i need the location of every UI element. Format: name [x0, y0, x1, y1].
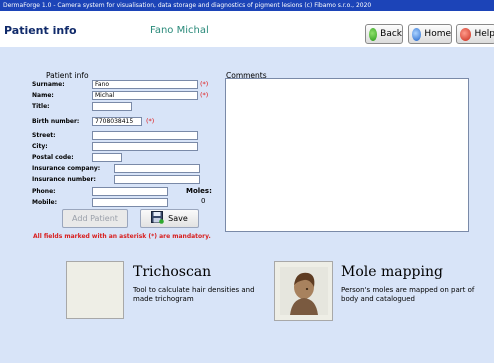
trichoscan-title: Trichoscan — [133, 264, 212, 280]
street-field[interactable] — [92, 131, 198, 140]
mole-mapping-title: Mole mapping — [341, 264, 443, 280]
birth-number-required-mark: (*) — [146, 117, 155, 125]
mole-mapping-tile-button[interactable] — [274, 261, 333, 321]
add-patient-button[interactable]: Add Patient — [62, 209, 128, 228]
save-button[interactable]: Save — [140, 209, 199, 228]
postal-code-field[interactable] — [92, 153, 122, 162]
page-title: Patient info — [4, 24, 77, 37]
help-button-label: Help — [474, 29, 494, 39]
patient-photo-icon — [280, 267, 328, 319]
mandatory-fields-note: All fields marked with an asterisk (*) a… — [33, 233, 211, 240]
postal-code-label: Postal code: — [32, 154, 74, 161]
save-button-label: Save — [168, 214, 188, 223]
city-label: City: — [32, 143, 48, 150]
home-icon — [412, 27, 422, 41]
phone-field[interactable] — [92, 187, 168, 196]
insurance-number-label: Insurance number: — [32, 176, 96, 183]
surname-required-mark: (*) — [200, 80, 209, 88]
name-required-mark: (*) — [200, 91, 209, 99]
name-label: Name: — [32, 92, 54, 99]
comments-textarea[interactable] — [225, 78, 469, 232]
window-title-bar: DermaForge 1.0 - Camera system for visua… — [0, 0, 494, 11]
insurance-number-field[interactable] — [114, 175, 200, 184]
mobile-field[interactable] — [92, 198, 168, 207]
moles-count: 0 — [201, 197, 206, 205]
mobile-label: Mobile: — [32, 199, 57, 206]
birth-number-label: Birth number: — [32, 118, 80, 125]
mole-mapping-description: Person's moles are mapped on part of bod… — [341, 286, 475, 303]
moles-label: Moles: — [186, 187, 212, 195]
back-button[interactable]: Back — [365, 24, 403, 44]
back-button-label: Back — [380, 29, 402, 39]
title-label: Title: — [32, 103, 50, 110]
home-button[interactable]: Home — [408, 24, 452, 44]
phone-label: Phone: — [32, 188, 56, 195]
name-field[interactable]: Michal — [92, 91, 198, 100]
back-arrow-icon — [369, 27, 378, 41]
home-button-label: Home — [424, 29, 451, 39]
patient-name-display: Fano Michal — [150, 25, 209, 36]
street-label: Street: — [32, 132, 56, 139]
surname-label: Surname: — [32, 81, 65, 88]
trichoscan-description: Tool to calculate hair densities and mad… — [133, 286, 255, 303]
window-title: DermaForge 1.0 - Camera system for visua… — [3, 2, 372, 9]
help-button[interactable]: Help — [456, 24, 494, 44]
add-patient-button-label: Add Patient — [72, 214, 118, 223]
title-field[interactable] — [92, 102, 132, 111]
insurance-company-label: Insurance company: — [32, 165, 101, 172]
save-icon — [151, 211, 164, 226]
surname-field[interactable]: Fano — [92, 80, 198, 89]
insurance-company-field[interactable] — [114, 164, 200, 173]
birth-number-field[interactable]: 7708038415 — [92, 117, 142, 126]
trichoscan-tile-button[interactable] — [66, 261, 124, 319]
help-icon — [460, 27, 472, 41]
patient-info-group-label: Patient info — [46, 71, 89, 80]
city-field[interactable] — [92, 142, 198, 151]
